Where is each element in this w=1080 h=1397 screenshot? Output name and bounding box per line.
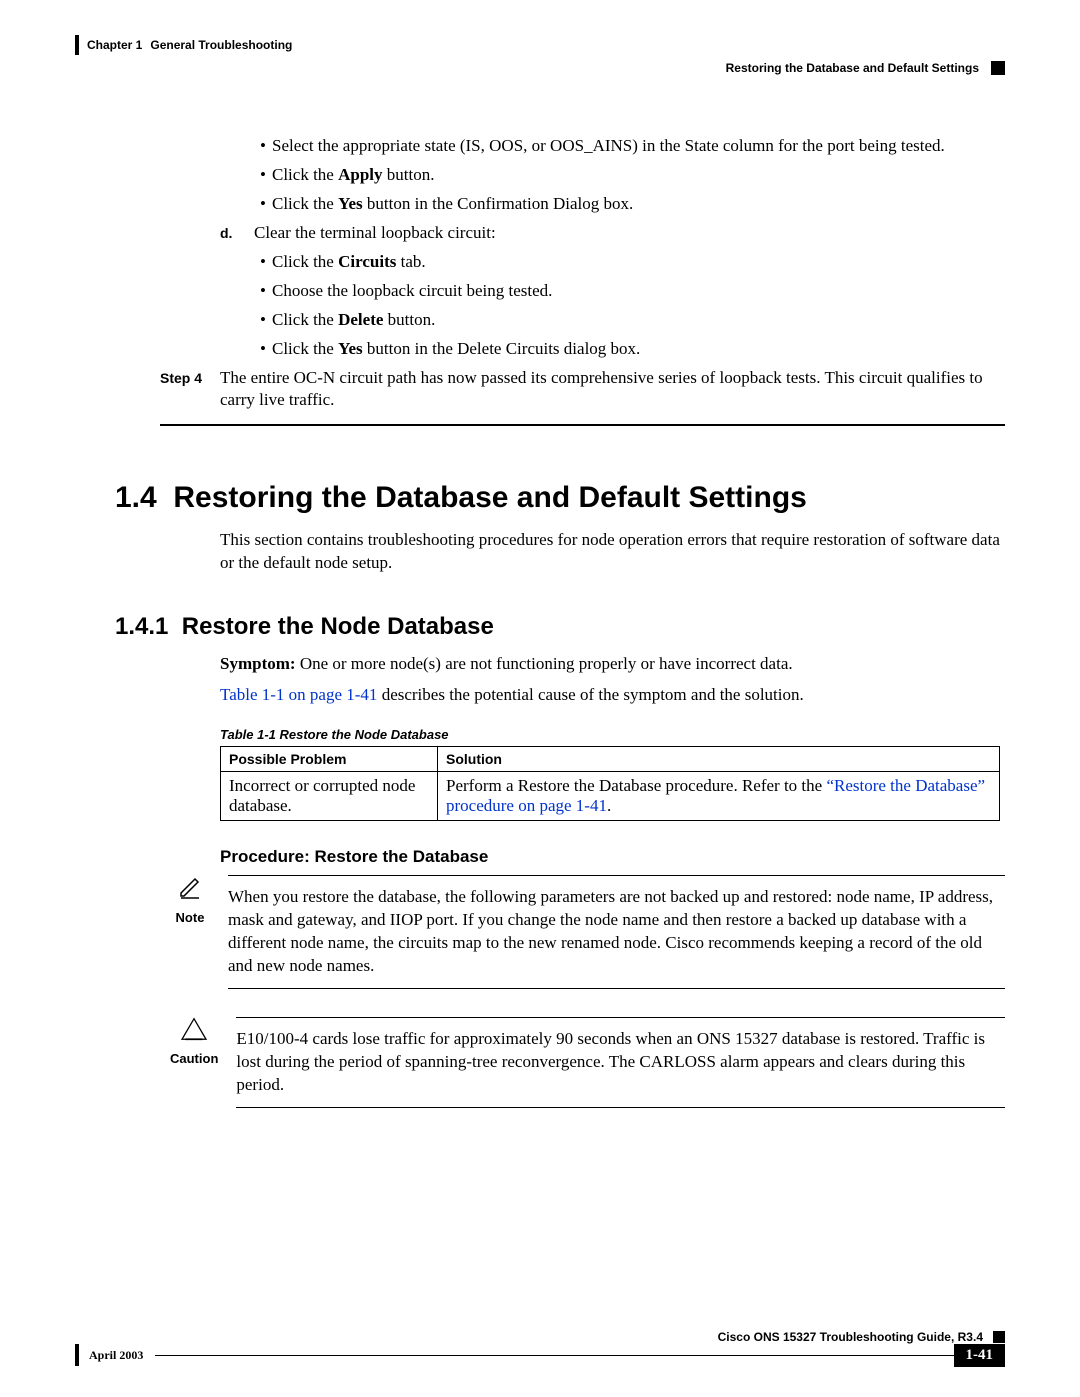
- pencil-icon: [170, 875, 210, 907]
- table-cell-solution: Perform a Restore the Database procedure…: [438, 772, 1000, 821]
- bullet: • Click the Yes button in the Delete Cir…: [254, 338, 1005, 361]
- bullet-dot-icon: •: [254, 280, 272, 303]
- header-section-link: Restoring the Database and Default Setti…: [726, 61, 979, 75]
- bullet: • Click the Apply button.: [254, 164, 1005, 187]
- footer-bar: April 2003 1-41: [75, 1344, 1005, 1367]
- bullet-dot-icon: •: [254, 135, 272, 158]
- subsection-heading-1-4-1: 1.4.1 Restore the Node Database: [115, 613, 1005, 641]
- page-number: 1-41: [954, 1344, 1006, 1367]
- bullet: • Click the Delete button.: [254, 309, 1005, 332]
- note-text: When you restore the database, the follo…: [228, 886, 1005, 978]
- section-heading-1-4: 1.4 Restoring the Database and Default S…: [115, 481, 1005, 515]
- header-title: General Troubleshooting: [150, 38, 292, 52]
- page-footer: Cisco ONS 15327 Troubleshooting Guide, R…: [75, 1330, 1005, 1367]
- table-cell-problem: Incorrect or corrupted node database.: [221, 772, 438, 821]
- subsection-number: 1.4.1: [115, 613, 168, 640]
- header-sub: Restoring the Database and Default Setti…: [75, 61, 1005, 75]
- table-header-problem: Possible Problem: [221, 747, 438, 772]
- bullet-dot-icon: •: [254, 309, 272, 332]
- symptom-label: Symptom:: [220, 654, 296, 673]
- table-ref-text: describes the potential cause of the sym…: [377, 685, 803, 704]
- bullet-dot-icon: •: [254, 164, 272, 187]
- section-number: 1.4: [115, 481, 157, 514]
- footer-date: April 2003: [89, 1348, 143, 1363]
- footer-guide-row: Cisco ONS 15327 Troubleshooting Guide, R…: [75, 1330, 1005, 1344]
- bullet-text: Choose the loopback circuit being tested…: [272, 280, 1005, 303]
- bullet-dot-icon: •: [254, 338, 272, 361]
- bullet-text: Select the appropriate state (IS, OOS, o…: [272, 135, 1005, 158]
- page: Chapter 1 General Troubleshooting Restor…: [0, 0, 1080, 1397]
- section-intro: This section contains troubleshooting pr…: [220, 529, 1005, 575]
- header-left: Chapter 1 General Troubleshooting: [75, 35, 292, 55]
- caution-text: E10/100-4 cards lose traffic for approxi…: [236, 1028, 1005, 1097]
- step-text: The entire OC-N circuit path has now pas…: [220, 367, 1005, 413]
- warning-triangle-icon: [170, 1017, 218, 1048]
- footer-guide: Cisco ONS 15327 Troubleshooting Guide, R…: [718, 1330, 983, 1344]
- table-ref-line: Table 1-1 on page 1-41 describes the pot…: [220, 684, 1005, 707]
- divider: [160, 424, 1005, 426]
- bullet: • Choose the loopback circuit being test…: [254, 280, 1005, 303]
- caution-block: Caution E10/100-4 cards lose traffic for…: [170, 1017, 1005, 1118]
- section-title: Restoring the Database and Default Setti…: [173, 481, 806, 514]
- caution-icon-col: Caution: [170, 1017, 218, 1067]
- note-label: Note: [170, 909, 210, 927]
- step-label: Step 4: [160, 367, 220, 413]
- solution-prefix: Perform a Restore the Database procedure…: [446, 776, 826, 795]
- substep-text: Clear the terminal loopback circuit:: [254, 222, 1005, 245]
- note-bottom-rule: [228, 988, 1005, 989]
- footer-tick-icon: [75, 1344, 79, 1366]
- footer-rule: [155, 1355, 953, 1356]
- caution-bottom-rule: [236, 1107, 1005, 1108]
- step-4: Step 4 The entire OC-N circuit path has …: [160, 367, 1005, 413]
- substep-label: d.: [220, 222, 254, 245]
- substep-d: d. Clear the terminal loopback circuit:: [220, 222, 1005, 245]
- subsection-title: Restore the Node Database: [182, 613, 494, 640]
- bullet-text: Click the Delete button.: [272, 309, 1005, 332]
- bullet-text: Click the Yes button in the Confirmation…: [272, 193, 1005, 216]
- note-icon-col: Note: [170, 875, 210, 926]
- bullet: • Click the Yes button in the Confirmati…: [254, 193, 1005, 216]
- bullet-dot-icon: •: [254, 193, 272, 216]
- note-block: Note When you restore the database, the …: [170, 875, 1005, 999]
- table-row: Incorrect or corrupted node database. Pe…: [221, 772, 1000, 821]
- content-continuation: • Select the appropriate state (IS, OOS,…: [220, 135, 1005, 426]
- procedure-heading: Procedure: Restore the Database: [220, 847, 1005, 867]
- footer-square-icon: [993, 1331, 1005, 1343]
- table-header-solution: Solution: [438, 747, 1000, 772]
- caution-text-wrap: E10/100-4 cards lose traffic for approxi…: [236, 1017, 1005, 1118]
- bullet-dot-icon: •: [254, 251, 272, 274]
- symptom-text: One or more node(s) are not functioning …: [300, 654, 793, 673]
- note-top-rule: [228, 875, 1005, 876]
- header-marker-icon: [75, 35, 79, 55]
- solution-suffix: .: [607, 796, 611, 815]
- table-ref-link[interactable]: Table 1-1 on page 1-41: [220, 685, 377, 704]
- caution-label: Caution: [170, 1050, 218, 1068]
- bullet: • Click the Circuits tab.: [254, 251, 1005, 274]
- caution-top-rule: [236, 1017, 1005, 1018]
- symptom-line: Symptom: One or more node(s) are not fun…: [220, 653, 1005, 676]
- table-header-row: Possible Problem Solution: [221, 747, 1000, 772]
- table-1-1: Possible Problem Solution Incorrect or c…: [220, 746, 1000, 821]
- header-chapter: Chapter 1: [87, 38, 142, 52]
- page-header: Chapter 1 General Troubleshooting: [75, 35, 1005, 55]
- bullet-text: Click the Yes button in the Delete Circu…: [272, 338, 1005, 361]
- bullet-text: Click the Apply button.: [272, 164, 1005, 187]
- note-text-wrap: When you restore the database, the follo…: [228, 875, 1005, 999]
- bullet-text: Click the Circuits tab.: [272, 251, 1005, 274]
- header-square-icon: [991, 61, 1005, 75]
- table-caption: Table 1-1 Restore the Node Database: [220, 727, 1005, 742]
- bullet: • Select the appropriate state (IS, OOS,…: [254, 135, 1005, 158]
